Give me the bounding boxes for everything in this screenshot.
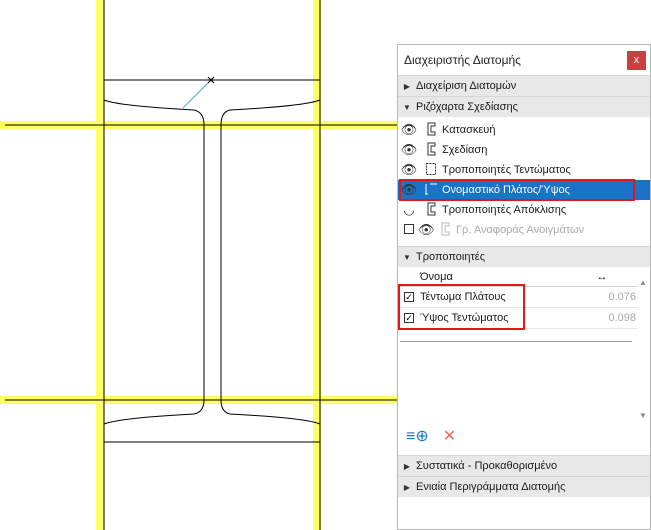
section-components[interactable]: ▶ Συστατικά - Προκαθορισμένο bbox=[398, 455, 650, 476]
chevron-right-icon: ▶ bbox=[403, 461, 411, 471]
drawing-icon bbox=[420, 142, 442, 159]
scroll-up-icon[interactable]: ▲ bbox=[638, 278, 648, 287]
scrollbar[interactable]: ▲ ▼ bbox=[638, 278, 648, 428]
stretch-width-icon: ↔ bbox=[596, 270, 608, 283]
column-name-header: Όνομα bbox=[420, 270, 453, 283]
eye-icon[interactable]: 👁 bbox=[398, 162, 420, 178]
layer-item-construction[interactable]: 👁 Κατασκευή bbox=[398, 120, 650, 140]
construction-icon bbox=[420, 122, 442, 139]
layer-item-opening-reference[interactable]: 👁 Γρ. Αναφοράς Ανοιγμάτων bbox=[398, 220, 650, 240]
chevron-down-icon: ▼ bbox=[403, 102, 411, 112]
checkbox-unchecked[interactable] bbox=[398, 223, 418, 237]
highlight-box-modifier-rows bbox=[398, 284, 525, 330]
reference-line bbox=[182, 79, 212, 109]
section-modifiers[interactable]: ▼ Τροποποιητές bbox=[398, 246, 650, 267]
eye-icon[interactable]: 👁 bbox=[398, 142, 420, 158]
layer-item-drawing[interactable]: 👁 Σχεδίαση bbox=[398, 140, 650, 160]
section-design-stretch[interactable]: ▼ Ριζόχαρτα Σχεδίασης bbox=[398, 96, 650, 117]
chevron-down-icon: ▼ bbox=[403, 252, 411, 262]
delete-icon[interactable]: ✕ bbox=[443, 426, 456, 446]
layer-item-offset-modifiers[interactable]: ◡ Τροποποιητές Απόκλισης bbox=[398, 200, 650, 220]
table-divider bbox=[400, 341, 632, 342]
highlight-box-selected-layer bbox=[399, 179, 635, 201]
eye-closed-icon[interactable]: ◡ bbox=[398, 202, 420, 218]
section-unified-outlines[interactable]: ▶ Ενιαία Περιγράμματα Διατομής bbox=[398, 476, 650, 497]
palette-title: Διαχειριστής Διατομής bbox=[404, 53, 521, 67]
layer-item-stretch-modifiers[interactable]: 👁 Τροποποιητές Τεντώματος bbox=[398, 160, 650, 180]
offset-modifier-icon bbox=[420, 202, 442, 219]
add-modifier-icon[interactable]: ≡⊕ bbox=[406, 426, 429, 446]
section-profile-management[interactable]: ▶ Διαχείριση Διατομών bbox=[398, 75, 650, 96]
chevron-right-icon: ▶ bbox=[403, 482, 411, 492]
chevron-right-icon: ▶ bbox=[403, 81, 411, 91]
i-beam-profile[interactable] bbox=[103, 79, 321, 443]
opening-reference-icon bbox=[434, 222, 456, 239]
close-button[interactable]: x bbox=[627, 51, 646, 70]
eye-icon[interactable]: 👁 bbox=[418, 222, 435, 238]
stretch-guide-left[interactable] bbox=[96, 0, 104, 530]
scroll-down-icon[interactable]: ▼ bbox=[638, 411, 648, 420]
modifier-toolbar: ≡⊕ ✕ bbox=[398, 421, 650, 451]
stretch-modifier-icon bbox=[420, 162, 442, 179]
eye-icon[interactable]: 👁 bbox=[398, 122, 420, 138]
